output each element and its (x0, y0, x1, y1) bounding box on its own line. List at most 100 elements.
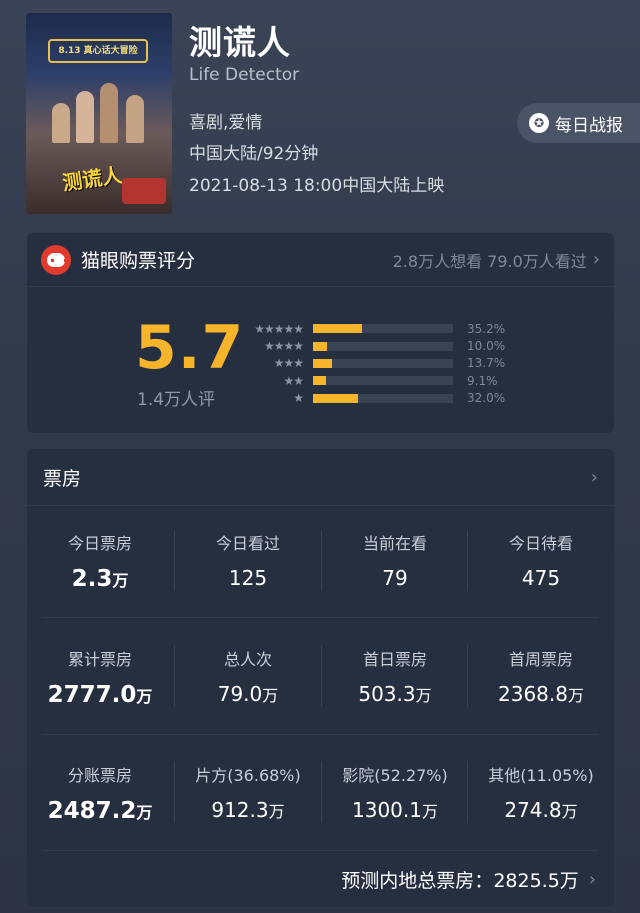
stat-value: 2.3 (71, 566, 113, 592)
box-office-header[interactable]: 票房 › (27, 449, 614, 506)
stat-label: 今日票房 (67, 534, 132, 553)
star-icons: ★★ (283, 373, 304, 388)
divider (321, 645, 322, 707)
rating-row-2: ★★ 9.1% (235, 372, 505, 389)
divider (467, 761, 468, 823)
stat-unit: 万 (112, 571, 129, 590)
star-icons: ★ (293, 391, 304, 406)
divider (321, 531, 322, 591)
forecast-label: 预测内地总票房： (341, 869, 494, 892)
chevron-right-icon: › (592, 249, 600, 270)
rating-bar-fill (313, 358, 333, 368)
rating-bar-fill (313, 393, 358, 403)
stat-label: 其他(11.05%) (488, 766, 594, 785)
rating-count: 1.4万人评 (137, 390, 216, 410)
stat-value: 274.8 (504, 798, 562, 822)
rating-percent: 13.7% (467, 356, 506, 371)
rating-bar-fill (313, 324, 363, 334)
movie-release-date: 2021-08-13 18:00中国大陆上映 (189, 176, 445, 196)
stat-now-watching: 当前在看 79 (322, 530, 468, 590)
rating-bar (313, 324, 453, 334)
stat-total-box-office[interactable]: 累计票房 2777.0万 (27, 646, 173, 708)
stat-unit: 万 (268, 802, 285, 821)
row-divider (43, 617, 598, 618)
forecast-row[interactable]: 预测内地总票房： 2825.5万 › (27, 851, 614, 907)
want-watched-count: 2.8万人想看 79.0万人看过 (392, 251, 587, 271)
row-divider (43, 734, 598, 735)
stat-unit: 万 (567, 686, 584, 705)
chevron-right-icon: › (590, 466, 598, 488)
rating-row-1: ★ 32.0% (235, 390, 505, 407)
poster-cast-image (46, 73, 154, 143)
stat-total-admissions: 总人次 79.0万 (175, 646, 321, 706)
divider (174, 645, 175, 707)
rating-bar-fill (313, 376, 326, 386)
movie-genre: 喜剧,爱情 (189, 113, 263, 133)
stat-unit: 万 (136, 687, 153, 706)
star-icons: ★★★ (273, 356, 304, 371)
stat-label: 首日票房 (362, 650, 427, 669)
stat-first-day: 首日票房 503.3万 (322, 646, 468, 706)
rating-score: 5.7 (135, 313, 245, 383)
daily-report-label: 每日战报 (555, 115, 623, 136)
rating-percent: 9.1% (467, 373, 498, 388)
stat-unit: 万 (421, 802, 438, 821)
movie-poster[interactable]: 8.13 真心话大冒险 测谎人 (26, 13, 172, 214)
stat-value: 2487.2 (47, 798, 137, 824)
stat-label: 影院(52.27%) (342, 766, 448, 785)
rating-row-4: ★★★★ 10.0% (235, 337, 505, 354)
stat-label: 今日待看 (508, 534, 573, 553)
stat-value: 1300.1 (352, 798, 422, 822)
rating-percent: 10.0% (467, 339, 506, 354)
stat-today-box-office[interactable]: 今日票房 2.3万 (27, 530, 173, 592)
rating-bar (313, 358, 453, 368)
rating-percent: 32.0% (467, 391, 506, 406)
rating-bar (313, 376, 453, 386)
rating-bar-fill (313, 341, 327, 351)
divider (467, 645, 468, 707)
stat-unit: 万 (262, 686, 279, 705)
stat-label: 累计票房 (67, 650, 132, 669)
daily-report-button[interactable]: ✪ 每日战报 (517, 103, 640, 143)
stat-label: 片方(36.68%) (195, 766, 301, 785)
rating-bar (313, 393, 453, 403)
medal-icon: ✪ (529, 113, 549, 133)
divider (174, 531, 175, 591)
rating-title: 猫眼购票评分 (81, 250, 196, 272)
chevron-right-icon: › (588, 868, 596, 890)
rating-header[interactable]: 猫眼购票评分 2.8万人想看 79.0万人看过 › (27, 233, 614, 287)
divider (174, 761, 175, 823)
stat-value: 912.3 (211, 798, 269, 822)
stat-unit: 万 (136, 803, 153, 822)
box-office-card: 票房 › 今日票房 2.3万 今日看过 125 当前在看 79 今日待看 475… (27, 449, 614, 907)
forecast-value: 2825.5万 (493, 869, 579, 892)
rating-distribution: ★★★★★ 35.2% ★★★★ 10.0% ★★★ 13.7% ★★ 9.1%… (235, 320, 505, 407)
stat-first-week: 首周票房 2368.8万 (468, 646, 614, 706)
star-icons: ★★★★ (263, 339, 304, 354)
movie-region-duration: 中国大陆/92分钟 (189, 144, 319, 164)
poster-car-image (122, 178, 166, 204)
box-office-title: 票房 (43, 467, 82, 490)
poster-title: 测谎人 (60, 162, 124, 196)
stat-value: 2368.8 (498, 682, 568, 706)
stat-today-pending: 今日待看 475 (468, 530, 614, 590)
movie-header: 8.13 真心话大冒险 测谎人 测谎人 Life Detector 喜剧,爱情 … (0, 0, 640, 225)
stat-value: 125 (228, 566, 268, 590)
star-icons: ★★★★★ (254, 321, 304, 336)
divider (321, 761, 322, 823)
stat-label: 当前在看 (362, 534, 427, 553)
stat-split-box-office[interactable]: 分账票房 2487.2万 (27, 762, 173, 824)
stat-value: 503.3 (358, 682, 416, 706)
rating-percent: 35.2% (467, 321, 506, 336)
poster-sign: 8.13 真心话大冒险 (48, 39, 148, 63)
movie-title: 测谎人 (189, 23, 291, 62)
stat-today-watched: 今日看过 125 (175, 530, 321, 590)
stat-producer-share: 片方(36.68%) 912.3万 (175, 762, 321, 822)
stat-value: 475 (521, 566, 561, 590)
stat-label: 首周票房 (508, 650, 573, 669)
rating-card: 猫眼购票评分 2.8万人想看 79.0万人看过 › 5.7 1.4万人评 ★★★… (27, 233, 614, 433)
stat-value: 79 (382, 566, 408, 590)
stat-other-share: 其他(11.05%) 274.8万 (468, 762, 614, 822)
stat-label: 今日看过 (215, 534, 280, 553)
rating-row-3: ★★★ 13.7% (235, 355, 505, 372)
